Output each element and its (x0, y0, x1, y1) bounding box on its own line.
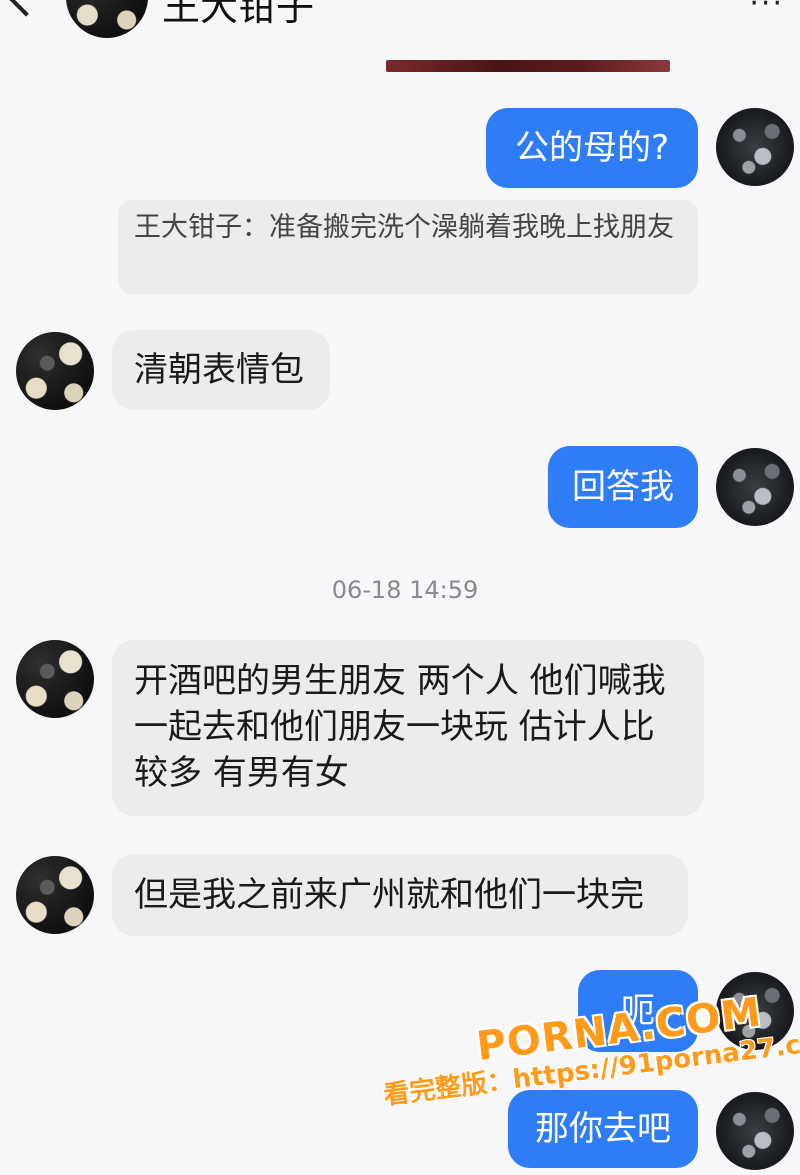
message-text: 公的母的? (514, 128, 670, 168)
message-timestamp: 06-18 14:59 (331, 576, 479, 604)
message-bubble-outgoing[interactable]: 公的母的? (486, 108, 698, 188)
message-text: 但是我之前来广州就和他们一块完 (134, 875, 644, 915)
message-bubble-incoming[interactable]: 清朝表情包 (112, 330, 330, 410)
more-dots-icon[interactable]: ··· (749, 0, 784, 21)
message-text: 开酒吧的男生朋友 两个人 他们喊我一起去和他们朋友一块玩 估计人比较多 有男有女 (134, 661, 666, 793)
message-bubble-incoming[interactable]: 开酒吧的男生朋友 两个人 他们喊我一起去和他们朋友一块玩 估计人比较多 有男有女 (112, 640, 704, 816)
quoted-text: 王大钳子：准备搬完洗个澡躺着我晚上找朋友 (134, 212, 674, 243)
message-text: 那你去吧 (535, 1109, 671, 1149)
message-text: 回答我 (572, 467, 674, 507)
message-bubble-outgoing[interactable]: 回答我 (548, 446, 698, 528)
message-bubble-incoming[interactable]: 但是我之前来广州就和他们一块完 (112, 854, 688, 936)
my-avatar[interactable] (716, 448, 794, 526)
chevron-left-icon[interactable] (3, 0, 49, 17)
chat-header: 王大钳子 ··· (0, 0, 800, 40)
quoted-message[interactable]: 王大钳子：准备搬完洗个澡躺着我晚上找朋友 (118, 200, 698, 294)
contact-avatar[interactable] (16, 640, 94, 718)
message-bubble-outgoing[interactable]: 那你去吧 (508, 1090, 698, 1168)
contact-name: 王大钳子 (162, 0, 315, 29)
my-avatar[interactable] (716, 108, 794, 186)
my-avatar[interactable] (716, 1092, 794, 1170)
contact-avatar[interactable] (16, 856, 94, 934)
contact-avatar[interactable] (16, 332, 94, 410)
message-text: 清朝表情包 (134, 350, 304, 390)
redaction-bar (386, 60, 670, 72)
contact-avatar[interactable] (66, 0, 148, 38)
